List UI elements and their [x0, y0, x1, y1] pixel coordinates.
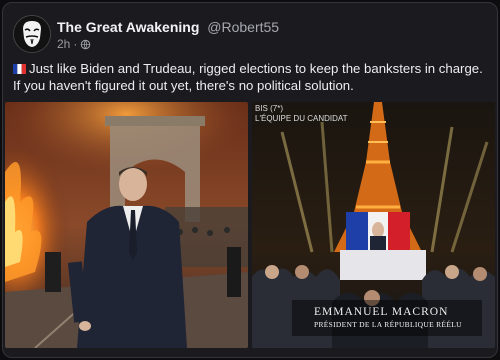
- tv-channel: BIS (7*): [255, 104, 284, 113]
- author-line: The Great Awakening @Robert55: [57, 19, 279, 35]
- meta-separator: ·: [73, 37, 78, 51]
- post-body: Just like Biden and Trudeau, rigged elec…: [13, 60, 491, 94]
- media-gallery: BIS (7*) L'ÉQUIPE DU CANDIDAT EMMANUEL M…: [5, 102, 495, 354]
- tv-caption-title: PRÉSIDENT DE LA RÉPUBLIQUE RÉÉLU: [314, 320, 462, 329]
- france-flag-icon: [13, 64, 26, 74]
- tv-program: L'ÉQUIPE DU CANDIDAT: [255, 114, 348, 123]
- author-handle[interactable]: @Robert55: [207, 19, 279, 35]
- tv-caption: EMMANUEL MACRON PRÉSIDENT DE LA RÉPUBLIQ…: [314, 306, 474, 329]
- post-card: The Great Awakening @Robert55 2h · Just l…: [2, 2, 498, 358]
- post-text: Just like Biden and Trudeau, rigged elec…: [13, 61, 483, 93]
- macron-fire-image: [5, 102, 248, 348]
- tv-channel-label: BIS (7*) L'ÉQUIPE DU CANDIDAT: [255, 104, 348, 124]
- anonymous-mask-icon: [14, 16, 50, 52]
- author-name[interactable]: The Great Awakening: [57, 19, 199, 35]
- media-image-tv-broadcast[interactable]: BIS (7*) L'ÉQUIPE DU CANDIDAT EMMANUEL M…: [252, 102, 495, 348]
- media-image-macron-fire[interactable]: [5, 102, 248, 348]
- avatar[interactable]: [13, 15, 51, 53]
- tv-caption-name: EMMANUEL MACRON: [314, 306, 449, 318]
- post-meta: 2h ·: [57, 37, 91, 51]
- post-header: The Great Awakening @Robert55 2h ·: [13, 13, 483, 53]
- post-time[interactable]: 2h: [57, 37, 70, 51]
- globe-icon: [81, 39, 91, 50]
